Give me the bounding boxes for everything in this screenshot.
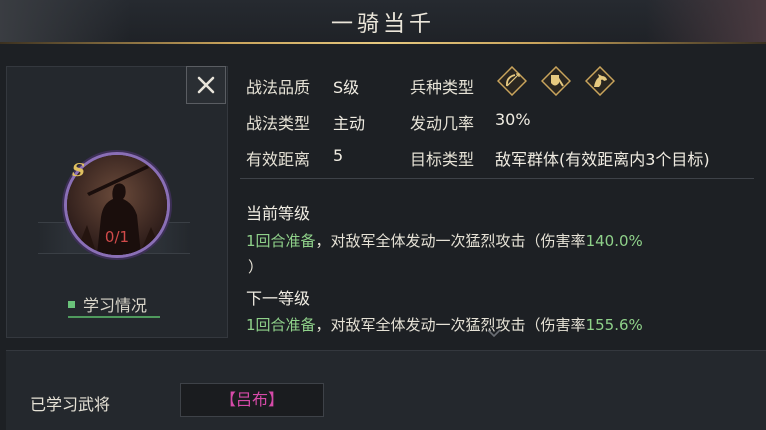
effect-text: ，对敌军全体发动一次猛烈攻击（伤害率 — [315, 232, 586, 250]
close-paren: ） — [248, 258, 264, 276]
learn-count: 0/1 — [104, 228, 130, 246]
learned-generals-label: 已学习武将 — [30, 395, 111, 414]
learned-panel — [6, 350, 766, 430]
close-button[interactable] — [186, 66, 226, 104]
bullet-icon — [68, 301, 75, 308]
shield-infantry-icon — [541, 66, 571, 96]
quality-value: S级 — [333, 78, 360, 97]
current-level-label: 当前等级 — [246, 204, 311, 223]
skill-type-label: 战法类型 — [246, 114, 311, 133]
damage-rate: 155.6% — [585, 316, 643, 334]
range-value: 5 — [333, 146, 344, 165]
grade-badge: S — [72, 160, 85, 181]
archer-icon — [497, 66, 527, 96]
page-title: 一骑当千 — [330, 12, 435, 37]
study-status-label: 学习情况 — [83, 296, 148, 315]
title-divider — [0, 42, 766, 44]
link-underline — [68, 316, 160, 318]
prep-text: 1回合准备 — [246, 232, 316, 250]
range-label: 有效距离 — [246, 150, 311, 169]
effect-text: ，对敌军全体发动一次猛烈攻击（伤害率 — [315, 316, 586, 334]
current-level-desc: 1回合准备，对敌军全体发动一次猛烈攻击（伤害率140.0% — [246, 230, 643, 251]
cavalry-icon — [585, 66, 615, 96]
trigger-rate-value: 30% — [495, 110, 531, 129]
quality-label: 战法品质 — [246, 78, 311, 97]
study-status-link[interactable]: 学习情况 — [68, 292, 160, 318]
learned-general-name[interactable]: 【吕布】 — [180, 383, 324, 417]
troop-type-label: 兵种类型 — [410, 78, 475, 97]
target-type-value: 敌军群体(有效距离内3个目标) — [495, 150, 710, 169]
prep-text: 1回合准备 — [246, 316, 316, 334]
next-level-label: 下一等级 — [246, 289, 311, 308]
close-icon — [197, 76, 215, 94]
damage-rate: 140.0% — [585, 232, 643, 250]
skill-type-value: 主动 — [333, 114, 366, 133]
next-level-desc: 1回合准备，对敌军全体发动一次猛烈攻击（伤害率155.6% — [246, 314, 643, 335]
target-type-label: 目标类型 — [410, 150, 475, 169]
section-divider — [240, 178, 754, 179]
trigger-rate-label: 发动几率 — [410, 114, 475, 133]
scroll-down-icon[interactable] — [486, 328, 502, 338]
